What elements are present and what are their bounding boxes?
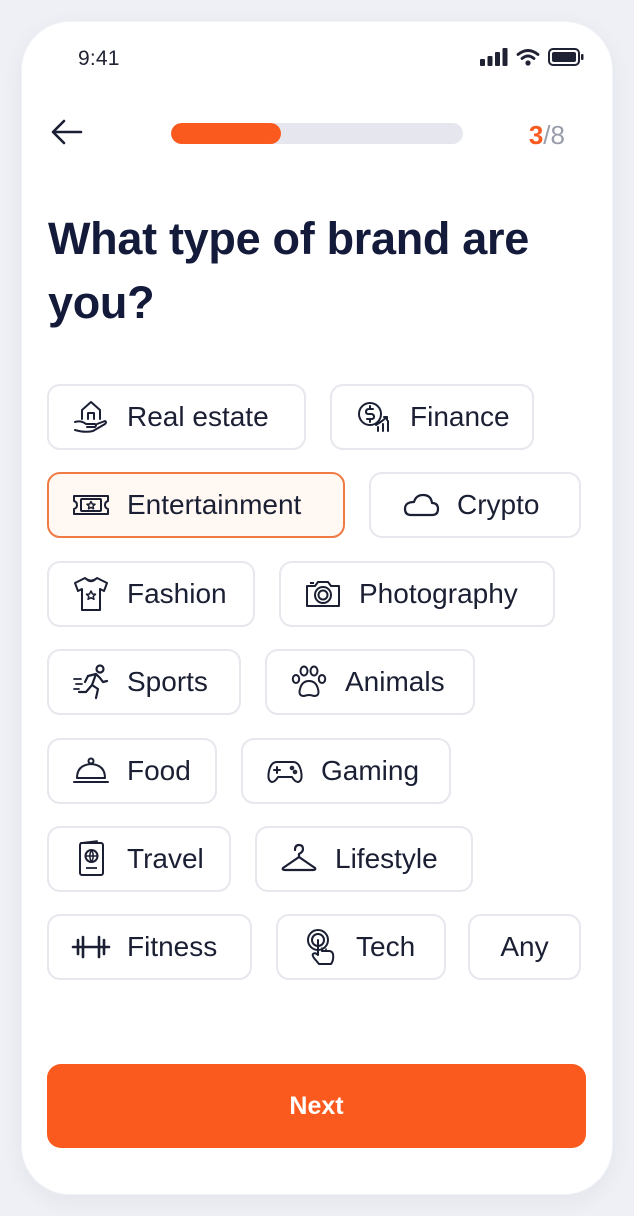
chip-label: Travel xyxy=(127,843,204,874)
cloud-icon xyxy=(401,485,441,525)
chip-label: Entertainment xyxy=(127,489,302,520)
step-counter: 3/8 xyxy=(529,120,565,151)
step-current: 3 xyxy=(528,120,544,150)
chip-label: Any xyxy=(500,931,549,962)
chip-sports[interactable]: Sports xyxy=(47,649,241,715)
touch-icon xyxy=(300,927,340,967)
chip-label: Fashion xyxy=(127,578,227,609)
chip-fitness[interactable]: Fitness xyxy=(47,914,252,980)
paw-icon xyxy=(289,662,329,702)
runner-icon xyxy=(71,662,111,702)
chip-lifestyle[interactable]: Lifestyle xyxy=(255,826,473,892)
step-total: 8 xyxy=(550,120,565,150)
camera-icon xyxy=(303,574,343,614)
chip-food[interactable]: Food xyxy=(47,738,217,804)
chip-label: Animals xyxy=(345,666,445,697)
food-cloche-icon xyxy=(71,751,111,791)
chip-fashion[interactable]: Fashion xyxy=(47,561,255,627)
chip-label: Tech xyxy=(356,931,416,962)
chip-gaming[interactable]: Gaming xyxy=(241,738,451,804)
chip-label: Fitness xyxy=(127,931,218,962)
chip-label: Sports xyxy=(127,666,208,697)
money-chart-icon xyxy=(354,397,394,437)
chip-label: Crypto xyxy=(457,489,540,520)
wifi-icon xyxy=(516,48,540,66)
progress-bar-fill xyxy=(171,123,281,144)
chip-label: Gaming xyxy=(321,755,420,786)
page-title: What type of brand are you? xyxy=(48,213,529,328)
back-arrow-icon[interactable] xyxy=(50,117,84,147)
chip-finance[interactable]: Finance xyxy=(330,384,534,450)
status-icons xyxy=(480,48,584,66)
progress-bar xyxy=(171,123,463,144)
chip-animals[interactable]: Animals xyxy=(265,649,475,715)
status-time: 9:41 xyxy=(78,47,120,70)
chip-real-estate[interactable]: Real estate xyxy=(47,384,306,450)
tshirt-icon xyxy=(71,574,111,614)
hanger-icon xyxy=(279,839,319,879)
ticket-icon xyxy=(71,485,111,525)
phone-screen: 9:41 3/8 What type of brand are you? Rea… xyxy=(22,22,612,1194)
chip-label: Real estate xyxy=(127,401,269,432)
passport-icon xyxy=(71,839,111,879)
chip-tech[interactable]: Tech xyxy=(276,914,446,980)
chip-entertainment[interactable]: Entertainment xyxy=(47,472,345,538)
step-separator: / xyxy=(543,120,551,150)
chip-travel[interactable]: Travel xyxy=(47,826,231,892)
house-hand-icon xyxy=(71,397,111,437)
next-button[interactable]: Next xyxy=(47,1064,586,1148)
chip-crypto[interactable]: Crypto xyxy=(369,472,581,538)
chip-label: Lifestyle xyxy=(335,843,438,874)
chip-label: Food xyxy=(127,755,191,786)
chip-label: Finance xyxy=(410,401,510,432)
battery-icon xyxy=(548,48,584,66)
dumbbell-icon xyxy=(71,927,111,967)
signal-icon xyxy=(480,48,508,66)
gamepad-icon xyxy=(265,751,305,791)
chip-photography[interactable]: Photography xyxy=(279,561,555,627)
chip-any[interactable]: Any xyxy=(468,914,581,980)
chip-label: Photography xyxy=(359,578,518,609)
